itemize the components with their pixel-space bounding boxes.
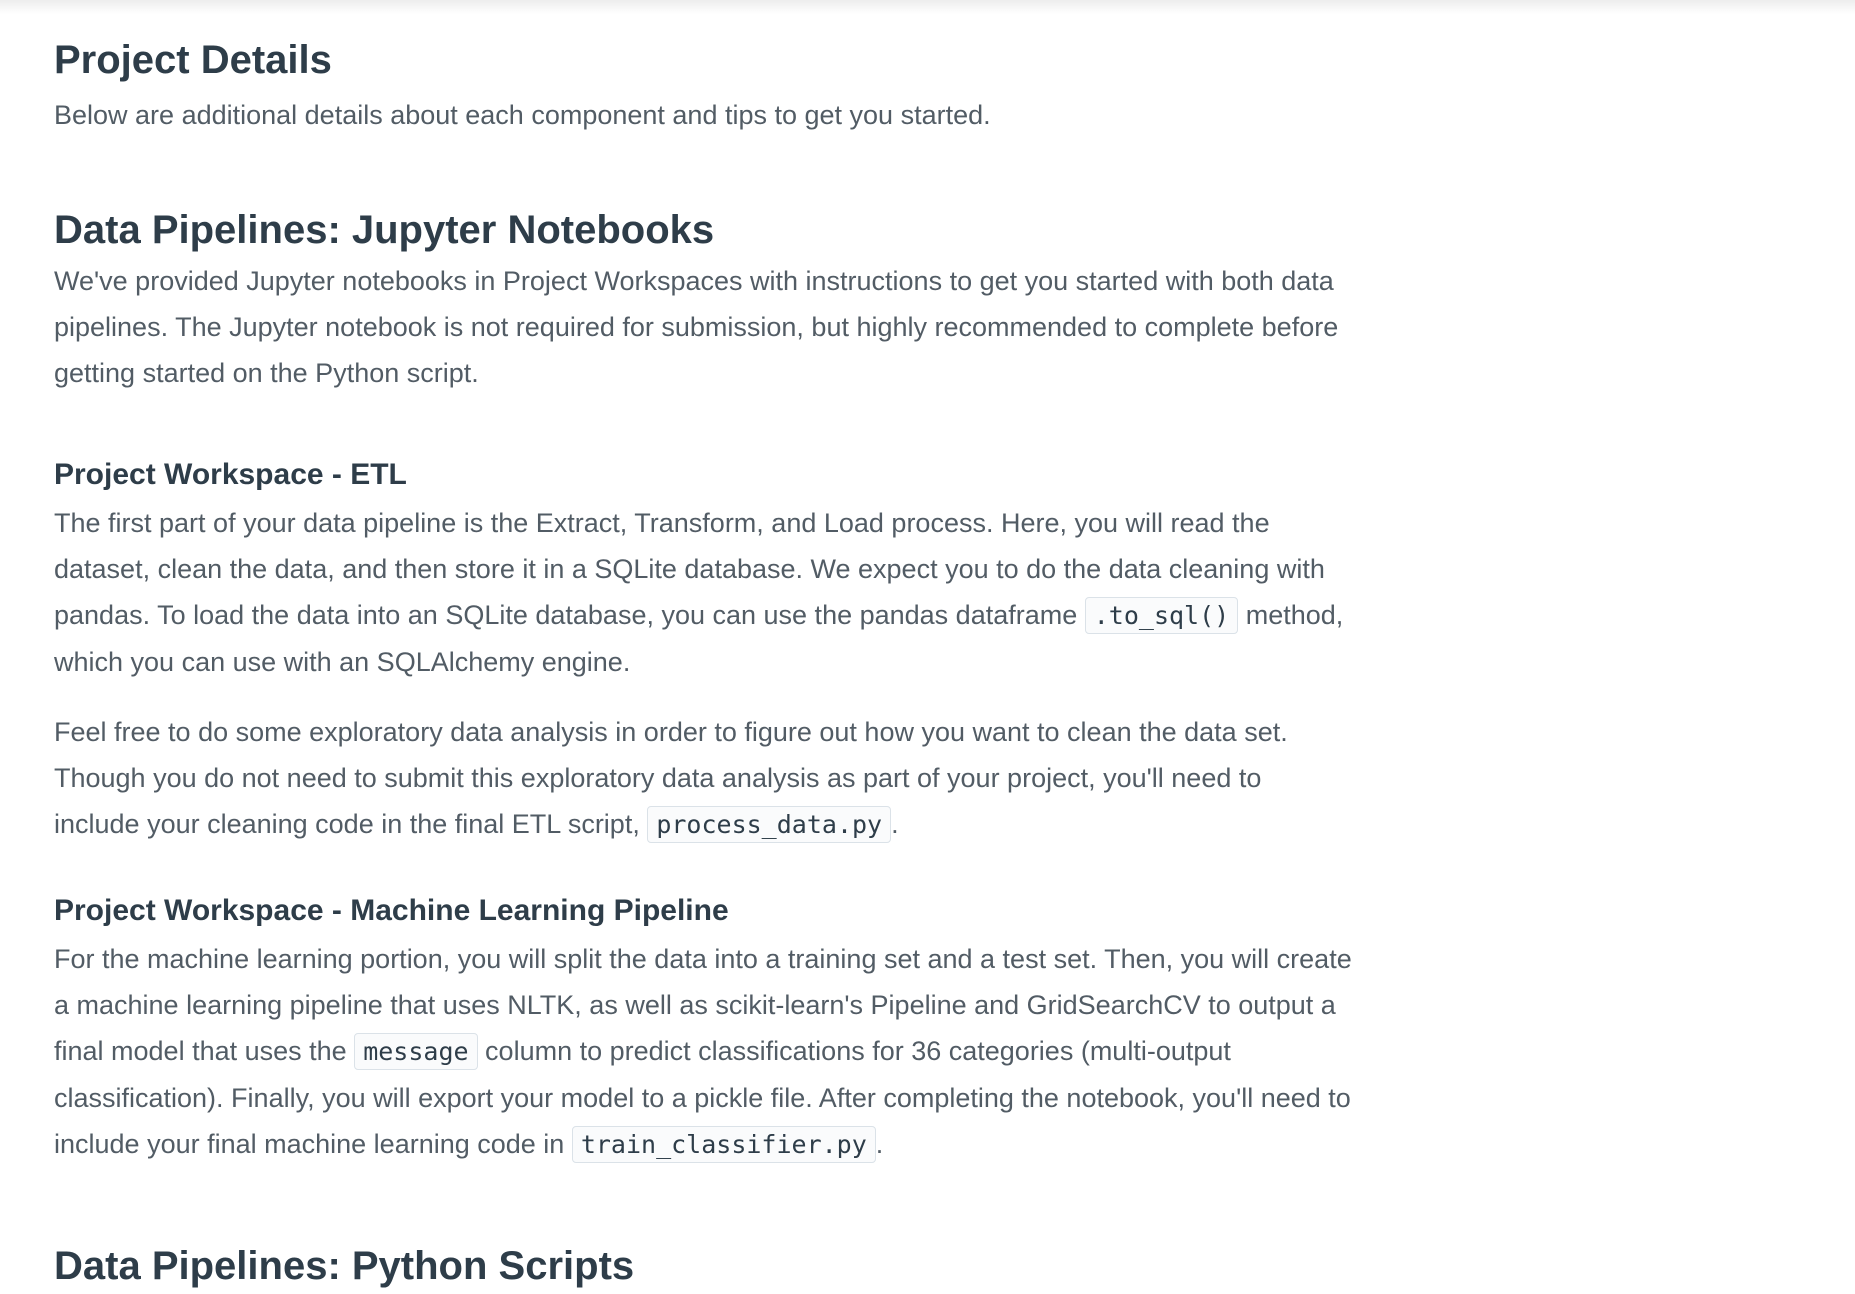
etl-paragraph-2: Feel free to do some exploratory data an… (54, 709, 1354, 848)
jupyter-notebooks-intro: We've provided Jupyter notebooks in Proj… (54, 266, 1339, 388)
process-data-code: process_data.py (647, 806, 892, 843)
lesson-content: Project Details Below are additional det… (54, 32, 1354, 1294)
to-sql-code: .to_sql() (1084, 597, 1239, 634)
python-scripts-heading: Data Pipelines: Python Scripts (54, 1244, 635, 1288)
jupyter-notebooks-heading: Data Pipelines: Jupyter Notebooks (54, 208, 715, 252)
etl-workspace-heading: Project Workspace - ETL (54, 458, 407, 491)
project-details-intro: Below are additional details about each … (54, 100, 991, 130)
train-classifier-code: train_classifier.py (571, 1126, 876, 1163)
ml-workspace-heading: Project Workspace - Machine Learning Pip… (54, 894, 729, 927)
etl-paragraph-2-text-b: . (891, 809, 899, 839)
etl-paragraph-1: The first part of your data pipeline is … (54, 500, 1354, 685)
ml-paragraph: For the machine learning portion, you wi… (54, 936, 1354, 1168)
ml-paragraph-text-c: . (875, 1129, 884, 1159)
project-details-heading: Project Details (54, 38, 332, 82)
message-code: message (354, 1033, 478, 1070)
top-shadow (0, 0, 1855, 14)
